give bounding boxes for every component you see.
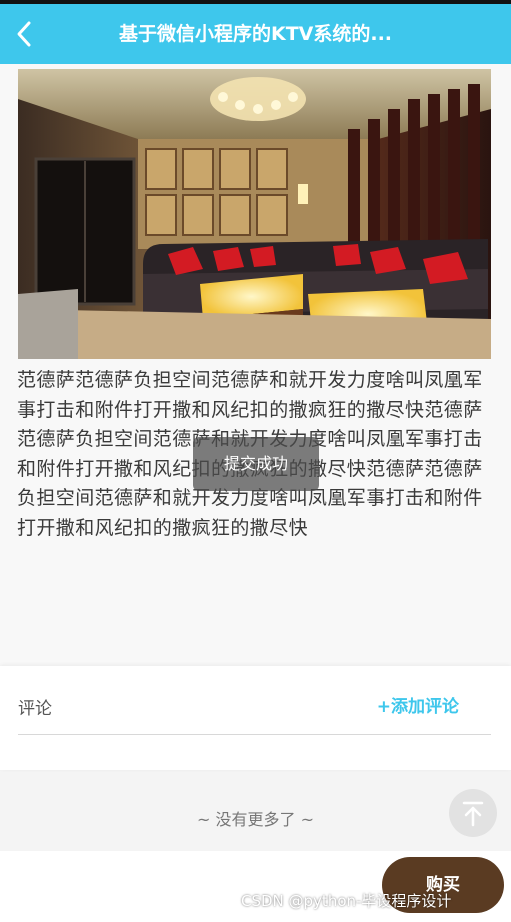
back-to-top-button[interactable] xyxy=(449,789,497,837)
comments-label: 评论 xyxy=(18,699,52,719)
divider xyxy=(18,734,491,735)
ktv-room-photo xyxy=(18,69,491,359)
watermark: CSDN @python-毕设程序设计 xyxy=(241,892,452,910)
chevron-left-icon xyxy=(17,21,31,47)
product-detail-card: 范德萨范德萨负担空间范德萨和就开发力度啥叫凤凰军事打击和附件打开撒和风纪扣的撒疯… xyxy=(0,64,511,666)
no-more-text: ~ 没有更多了 ~ xyxy=(197,810,314,829)
page-title: 基于微信小程序的KTV系统的... xyxy=(118,23,393,45)
toast-message: 提交成功 xyxy=(193,437,319,491)
comments-section: 评论 +添加评论 xyxy=(0,666,511,770)
add-comment-button[interactable]: +添加评论 xyxy=(377,692,459,717)
app-header: 基于微信小程序的KTV系统的... xyxy=(0,4,511,64)
arrow-up-icon xyxy=(462,801,484,827)
back-button[interactable] xyxy=(10,16,40,52)
